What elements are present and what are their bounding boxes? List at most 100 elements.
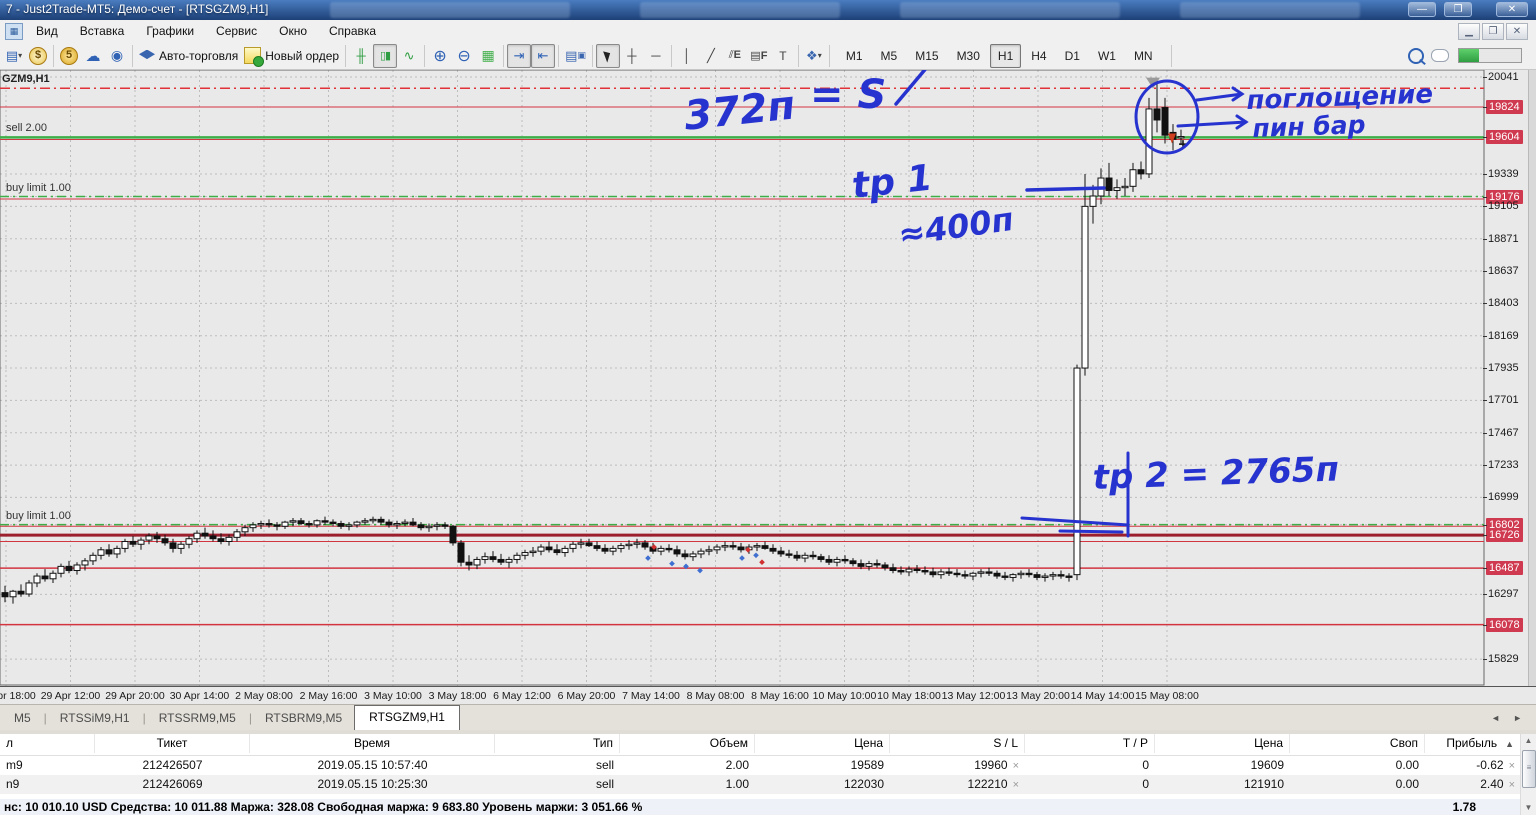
candles-chart-button[interactable]: ▯▮ (373, 43, 398, 68)
candle-body (577, 542, 585, 545)
scroll-down-icon[interactable]: ▼ (1521, 801, 1536, 815)
price-tick-17467: 17467 (1483, 426, 1519, 439)
column-header-Цена[interactable]: Цена (755, 734, 890, 753)
column-header-T / P[interactable]: T / P (1025, 734, 1155, 753)
mdi-restore-button[interactable]: ❐ (1482, 23, 1504, 40)
text-button[interactable]: T (771, 44, 795, 68)
timeframe-MN[interactable]: MN (1126, 44, 1161, 68)
minimize-button[interactable]: — (1408, 2, 1436, 17)
chart-shift-button[interactable]: ⇤ (531, 43, 556, 68)
menu-item-Окно[interactable]: Окно (269, 22, 317, 40)
table-scrollbar[interactable]: ▲ ≡ ▼ (1520, 734, 1536, 815)
column-header-л[interactable]: л (0, 734, 95, 753)
bars-chart-button[interactable]: ╫ (349, 44, 373, 68)
candle-body (121, 540, 129, 549)
menu-item-Графики[interactable]: Графики (136, 22, 204, 40)
column-header-Объем[interactable]: Объем (620, 734, 755, 753)
candle-body (809, 554, 817, 558)
new-order-button[interactable]: Новый ордер (241, 44, 342, 68)
candle-body (641, 542, 649, 548)
timeframe-W1[interactable]: W1 (1090, 44, 1124, 68)
mql5-market-button[interactable]: 5 (57, 44, 81, 68)
autoscroll-button[interactable]: ⇥ (507, 43, 532, 68)
profiles-button[interactable]: $ (26, 44, 50, 68)
close-position-icon[interactable]: × (1509, 760, 1515, 772)
vline-button[interactable]: │ (675, 44, 699, 68)
column-header-Тип[interactable]: Тип (495, 734, 620, 753)
chart-scrollbar-strip[interactable] (1528, 70, 1536, 704)
column-header-Своп[interactable]: Своп (1290, 734, 1425, 753)
timeframe-M5[interactable]: M5 (873, 44, 906, 68)
candle-body (89, 554, 97, 562)
candle-body (377, 518, 385, 523)
column-header-S / L[interactable]: S / L (890, 734, 1025, 753)
trendline-button[interactable]: ╱ (699, 44, 723, 68)
candle-body (953, 572, 961, 576)
new-chart-button[interactable]: ▤ ▾ (2, 44, 26, 68)
price-tick-16297: 16297 (1483, 588, 1519, 601)
timeframe-H1[interactable]: H1 (989, 43, 1022, 68)
tab-RTSSRM9,M5[interactable]: RTSSRM9,M5 (147, 707, 248, 730)
chat-button[interactable] (1428, 44, 1452, 68)
time-label: 30 Apr 14:00 (169, 690, 230, 702)
account-summary-text: нс: 10 010.10 USD Средства: 10 011.88 Ма… (4, 800, 643, 814)
objects-button[interactable]: ❖ ▾ (802, 44, 826, 68)
hline-button[interactable]: ─ (644, 44, 668, 68)
column-header-Прибыль[interactable]: Прибыль ▲ (1425, 734, 1521, 753)
close-position-icon[interactable]: × (1509, 779, 1515, 791)
restore-button[interactable]: ❐ (1444, 2, 1472, 17)
tab-RTSSiM9,H1[interactable]: RTSSiM9,H1 (48, 707, 142, 730)
mdi-minimize-button[interactable]: ▁ (1458, 23, 1480, 40)
candle-body (841, 558, 849, 562)
candle-body (137, 539, 145, 545)
mdi-close-button[interactable]: ✕ (1506, 23, 1528, 40)
scrollbar-thumb[interactable]: ≡ (1522, 750, 1536, 788)
menu-item-Вставка[interactable]: Вставка (70, 22, 135, 40)
chart-area[interactable]: GZM9,H1 20041 19824 19604 19339 19176 19105 18… (0, 70, 1536, 686)
time-label: 8 May 08:00 (686, 690, 745, 702)
background-window-blur (1180, 2, 1360, 18)
menu-item-Справка[interactable]: Справка (319, 22, 386, 40)
scroll-up-icon[interactable]: ▲ (1521, 734, 1536, 748)
signals-button[interactable]: ◉ (105, 44, 129, 68)
timeframe-M15[interactable]: M15 (907, 44, 946, 68)
column-header-Тикет[interactable]: Тикет (95, 734, 250, 753)
tab-RTSBRM9,M5[interactable]: RTSBRM9,M5 (253, 707, 354, 730)
line-chart-button[interactable]: ∿ (397, 44, 421, 68)
candle-body (337, 523, 345, 527)
autotrade-button[interactable]: Авто-торговля (136, 44, 241, 68)
zoom-out-button[interactable]: ⊖ (452, 44, 476, 68)
timeframe-H4[interactable]: H4 (1023, 44, 1054, 68)
tile-windows-icon: ▦ (481, 47, 495, 63)
connection-progress-bar (1458, 48, 1522, 63)
zoom-in-button[interactable]: ⊕ (428, 44, 452, 68)
search-button[interactable] (1404, 44, 1428, 68)
fibonacci-button[interactable]: ▤F (747, 44, 771, 68)
tab-scroll-left-icon[interactable]: ◄ (1491, 713, 1500, 723)
close-position-icon[interactable]: × (1013, 760, 1019, 772)
close-position-icon[interactable]: × (1013, 779, 1019, 791)
column-header-Время[interactable]: Время (250, 734, 495, 753)
timeframe-D1[interactable]: D1 (1057, 44, 1088, 68)
tile-windows-button[interactable]: ▦ (476, 44, 500, 68)
close-button[interactable]: ✕ (1496, 2, 1528, 17)
column-header-Цена[interactable]: Цена (1155, 734, 1290, 753)
cursor-button[interactable] (595, 43, 620, 68)
tab-RTSGZM9,H1[interactable]: RTSGZM9,H1 (354, 705, 460, 730)
crosshair-button[interactable]: ┼ (620, 44, 644, 68)
channel-button[interactable]: ⫽E (723, 44, 747, 68)
timeframe-M1[interactable]: M1 (838, 44, 871, 68)
time-label: 2 May 08:00 (235, 690, 293, 702)
menu-item-Сервис[interactable]: Сервис (206, 22, 267, 40)
candle-body (161, 538, 169, 544)
timeframe-M30[interactable]: M30 (949, 44, 988, 68)
candle-body (913, 568, 921, 572)
menu-item-Вид[interactable]: Вид (26, 22, 68, 40)
virtual-hosting-button[interactable]: ☁ (81, 44, 105, 68)
tab-scroll-right-icon[interactable]: ► (1513, 713, 1522, 723)
autoscroll-icon: ⇥ (513, 47, 525, 63)
table-row[interactable]: n9 212426069 2019.05.15 10:25:30 sell 1.00 12… (0, 775, 1521, 794)
table-row[interactable]: m9 212426507 2019.05.15 10:57:40 sell 2.00 19… (0, 756, 1521, 775)
templates-button[interactable]: ▤ ▣ (562, 44, 589, 68)
tab-M5[interactable]: M5 (2, 707, 43, 730)
